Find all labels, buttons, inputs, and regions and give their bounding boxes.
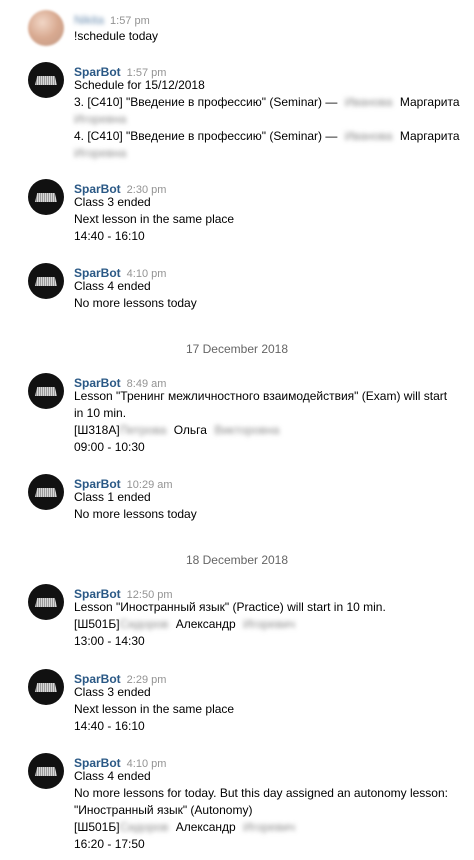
room-code: [Ш501Б] — [74, 617, 120, 631]
bot-logo-icon — [35, 767, 57, 776]
message-text: No more lessons today — [74, 296, 197, 310]
bot-logo-icon — [35, 683, 57, 692]
message-text: Schedule for 15/12/2018 — [74, 78, 205, 92]
message-text: Next lesson in the same place — [74, 702, 235, 716]
avatar[interactable] — [28, 179, 64, 215]
date-divider: 18 December 2018 — [185, 553, 289, 567]
message-text: Lesson "Иностранный язык" (Practice) wil… — [74, 600, 386, 614]
avatar[interactable] — [28, 753, 64, 789]
message-text: [Ш501Б]Сидоров Александр Игоревич — [74, 616, 295, 633]
room-code: [Ш501Б] — [74, 820, 120, 834]
teacher-surname-blurred: Сидоров — [119, 617, 169, 631]
teacher-patronymic-blurred: Игоревна — [74, 112, 127, 126]
bot-logo-icon — [35, 488, 57, 497]
message-text: 3. [С410] "Введение в профессию" (Semina… — [74, 94, 460, 111]
message-text: No more lessons for today. But this day … — [74, 786, 448, 800]
message-text: [Ш501Б]Сидоров Александр Игоревич — [74, 819, 295, 836]
teacher-surname-blurred: Иванова — [344, 95, 393, 109]
teacher-patronymic-blurred: Игоревна — [74, 146, 127, 160]
message-feed: Nikita 1:57 pm !schedule today SparBot 1:5… — [0, 0, 474, 860]
avatar[interactable] — [28, 263, 64, 299]
bot-logo-icon — [35, 598, 57, 607]
avatar[interactable] — [28, 669, 64, 705]
teacher-surname-blurred: Сидоров — [119, 820, 169, 834]
message-text: Class 1 ended — [74, 490, 151, 504]
message-text: !schedule today — [74, 29, 159, 43]
bot-logo-icon — [35, 76, 57, 85]
sender-name[interactable]: Nikita — [74, 13, 104, 27]
message-text: 13:00 - 14:30 — [74, 634, 145, 648]
message-text: 09:00 - 10:30 — [74, 440, 145, 454]
teacher-patronymic-blurred: Игоревич — [243, 617, 296, 631]
teacher-name: Ольга — [173, 423, 207, 437]
lesson-text: 4. [С410] "Введение в профессию" (Semina… — [74, 129, 338, 143]
avatar[interactable] — [28, 10, 64, 46]
bot-logo-icon — [35, 387, 57, 396]
avatar[interactable] — [28, 584, 64, 620]
message-text: Class 3 ended — [74, 195, 151, 209]
message-text: 4. [С410] "Введение в профессию" (Semina… — [74, 128, 460, 145]
message-text: Class 4 ended — [74, 769, 151, 783]
room-code: [Ш318А] — [74, 423, 120, 437]
message-text: [Ш318А]Петрова Ольга Викторовна — [74, 422, 279, 439]
lesson-text: 3. [С410] "Введение в профессию" (Semina… — [74, 95, 338, 109]
teacher-name: Маргарита — [399, 95, 460, 109]
date-divider: 17 December 2018 — [185, 342, 289, 356]
message-text: No more lessons today — [74, 507, 197, 521]
message-text: "Иностранный язык" (Autonomy) — [74, 803, 253, 817]
avatar[interactable] — [28, 62, 64, 98]
bot-logo-icon — [35, 193, 57, 202]
bot-logo-icon — [35, 277, 57, 286]
message-text: Class 4 ended — [74, 279, 151, 293]
message-text: Class 3 ended — [74, 685, 151, 699]
teacher-surname-blurred: Петрова — [119, 423, 167, 437]
teacher-name: Александр — [175, 820, 236, 834]
message-text: Lesson "Тренинг межличностного взаимодей… — [74, 389, 448, 403]
teacher-name: Маргарита — [399, 129, 460, 143]
teacher-surname-blurred: Иванова — [344, 129, 393, 143]
message-text: 16:20 - 17:50 — [74, 837, 145, 851]
avatar[interactable] — [28, 373, 64, 409]
avatar[interactable] — [28, 474, 64, 510]
teacher-name: Александр — [175, 617, 236, 631]
message-text: in 10 min. — [74, 406, 127, 420]
message-text: 14:40 - 16:10 — [74, 719, 145, 733]
message-time[interactable]: 1:57 pm — [110, 15, 150, 27]
teacher-patronymic-blurred: Викторовна — [214, 423, 280, 437]
message-text: 14:40 - 16:10 — [74, 229, 145, 243]
message-text: Next lesson in the same place — [74, 212, 235, 226]
teacher-patronymic-blurred: Игоревич — [243, 820, 296, 834]
